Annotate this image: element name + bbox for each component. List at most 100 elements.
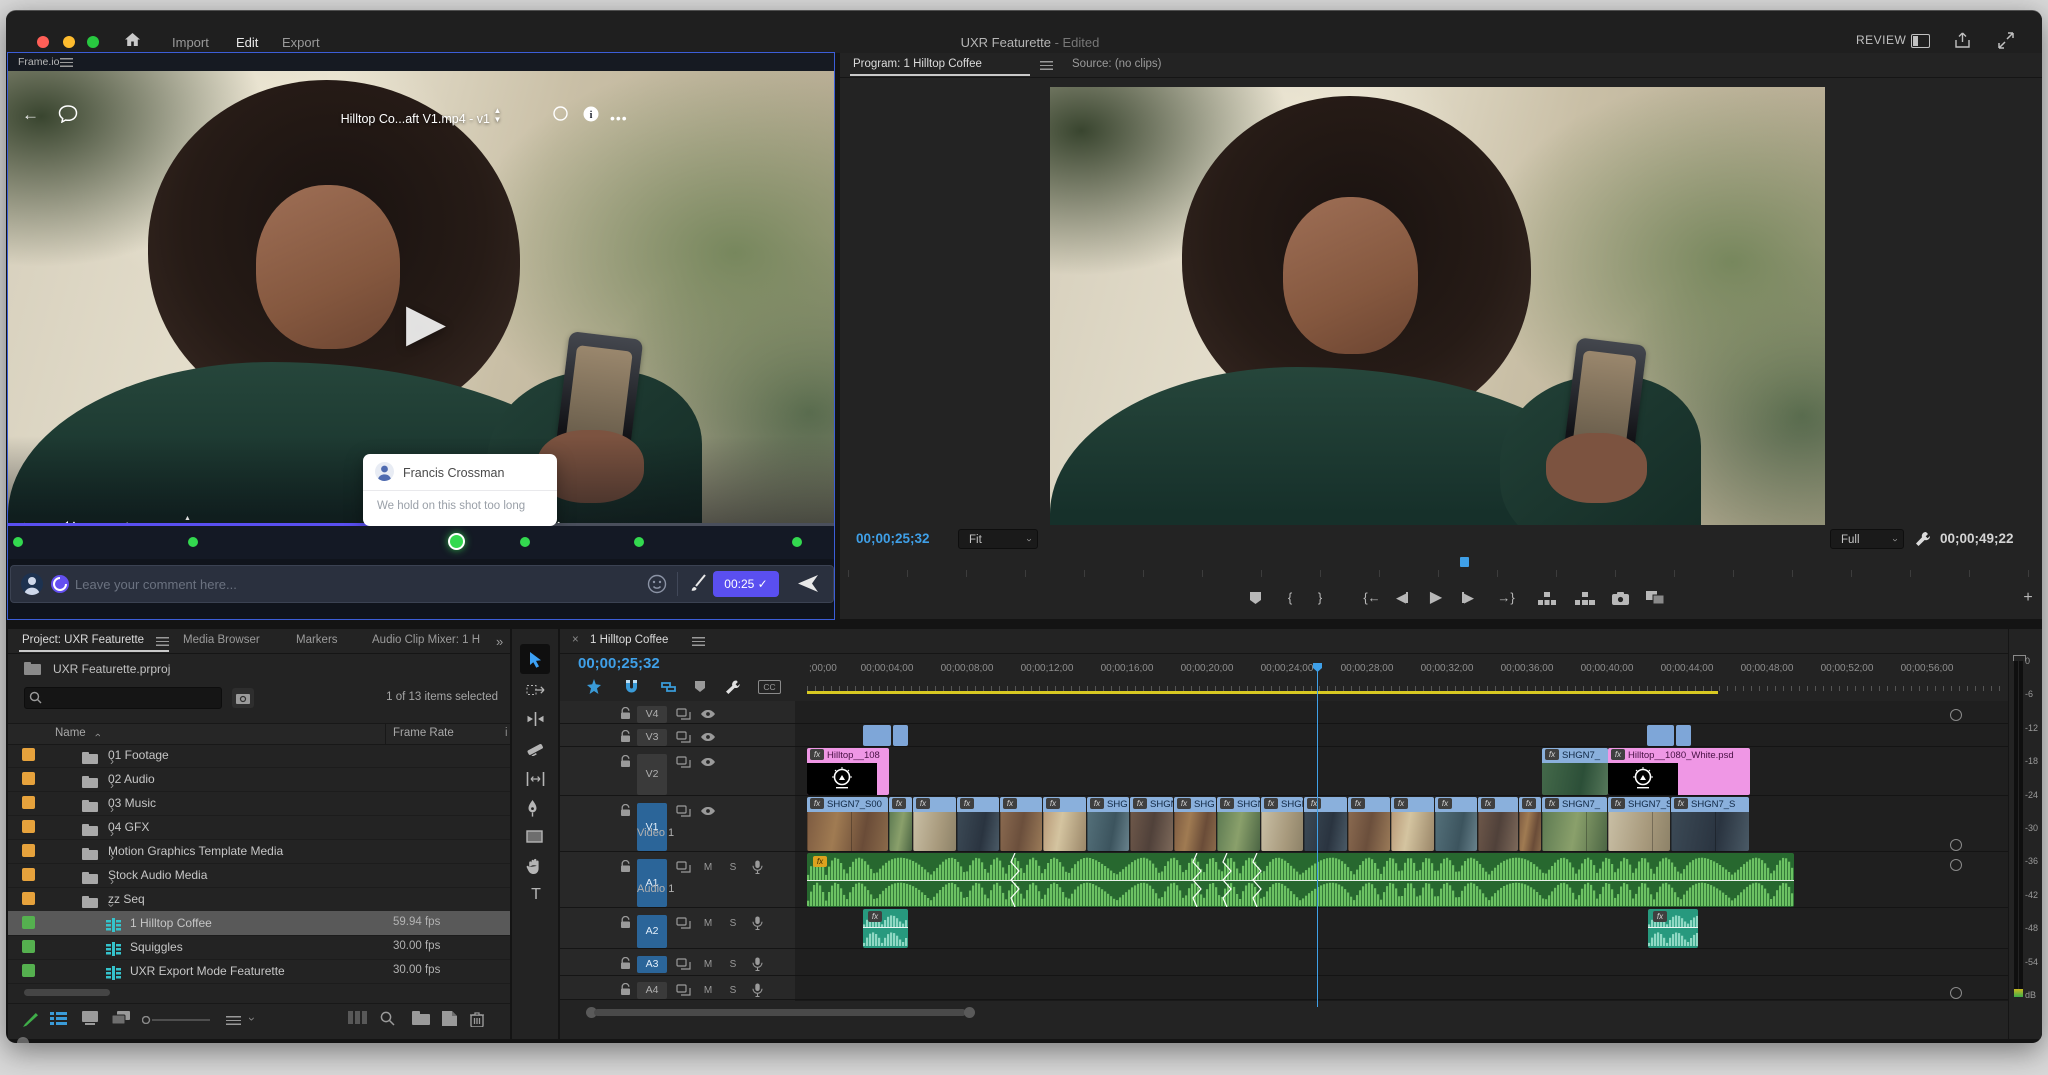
tab-media-browser[interactable]: Media Browser xyxy=(183,634,260,646)
bin-name[interactable]: Motion Graphics Template Media xyxy=(108,844,283,858)
project-row[interactable]: 1 Hilltop Coffee 59.94 fps xyxy=(8,911,510,936)
track-lock-icon[interactable] xyxy=(620,860,631,873)
list-view-icon[interactable] xyxy=(50,1011,67,1025)
track-visibility-eye-icon[interactable] xyxy=(700,732,716,742)
bin-name[interactable]: Stock Audio Media xyxy=(108,868,207,882)
program-video-frame[interactable] xyxy=(1050,87,1825,525)
tab-source[interactable]: Source: (no clips) xyxy=(1072,58,1161,70)
bin-name[interactable]: 03 Music xyxy=(108,796,156,810)
timeline-settings-wrench-icon[interactable] xyxy=(724,679,741,695)
step-forward-icon[interactable]: ▶ xyxy=(1454,585,1482,611)
graphics-clip[interactable] xyxy=(863,725,891,746)
track-lock-icon[interactable] xyxy=(620,804,631,817)
label-color-chip[interactable] xyxy=(22,748,35,761)
play-overlay-button[interactable]: ▶ xyxy=(406,293,446,353)
track-header-V1[interactable]: V1 Video 1 xyxy=(560,796,795,852)
video-clip-untitled[interactable]: fx xyxy=(1304,797,1347,851)
sync-lock-icon[interactable] xyxy=(676,958,691,970)
track-solo-button[interactable]: S xyxy=(725,860,741,875)
video-title[interactable]: Hilltop Co...aft V1.mp4 - v1 ▲ ▼ xyxy=(8,106,834,126)
track-solo-button[interactable]: S xyxy=(725,916,741,931)
icon-view-icon[interactable] xyxy=(82,1011,98,1025)
tab-overflow-chevron[interactable]: » xyxy=(496,634,503,649)
sequence-name[interactable]: 1 Hilltop Coffee xyxy=(130,916,212,930)
more-options-icon[interactable]: ••• xyxy=(610,110,628,126)
track-mute-button[interactable]: M xyxy=(700,916,716,931)
audio-clip-a2[interactable]: fx xyxy=(1648,909,1698,948)
project-row[interactable]: › 04 GFX xyxy=(8,815,510,840)
voiceover-mic-icon[interactable] xyxy=(752,983,763,997)
track-scroll-knob-2[interactable] xyxy=(1950,859,1962,871)
fullscreen-icon[interactable] xyxy=(1997,32,2015,49)
graphics-clip[interactable] xyxy=(1676,725,1691,746)
track-lane-V2[interactable] xyxy=(795,747,2008,796)
linked-selection-icon[interactable] xyxy=(660,679,677,694)
video-clip-untitled[interactable]: fx xyxy=(1519,797,1541,851)
go-to-out-icon[interactable]: →} xyxy=(1488,585,1524,611)
snap-magnet-icon[interactable] xyxy=(624,679,639,695)
video-clip-untitled[interactable]: fx xyxy=(1000,797,1042,851)
project-row[interactable]: › 01 Footage xyxy=(8,743,510,768)
voiceover-mic-icon[interactable] xyxy=(752,860,763,874)
label-color-chip[interactable] xyxy=(22,916,35,929)
video-clip-SHGN[interactable]: fxSHGN xyxy=(1261,797,1303,851)
tab-program[interactable]: Program: 1 Hilltop Coffee xyxy=(853,58,982,70)
export-frame-icon[interactable] xyxy=(1606,585,1634,611)
video-clip-SHGN7_S[interactable]: fx SHGN7_S xyxy=(1671,797,1749,851)
track-solo-button[interactable]: S xyxy=(725,957,741,972)
sequence-name[interactable]: UXR Export Mode Featurette xyxy=(130,964,285,978)
bin-name[interactable]: zz Seq xyxy=(108,892,145,906)
track-header-A3[interactable]: A3 M S xyxy=(560,949,795,976)
track-lock-icon[interactable] xyxy=(620,755,631,768)
project-row[interactable]: › Stock Audio Media xyxy=(8,863,510,888)
lift-icon[interactable] xyxy=(1533,585,1561,611)
project-row[interactable]: › 03 Music xyxy=(8,791,510,816)
track-lock-icon[interactable] xyxy=(620,983,631,996)
track-lane-V3[interactable] xyxy=(795,724,2008,747)
track-lock-icon[interactable] xyxy=(620,916,631,929)
sort-chevron-icon[interactable]: › xyxy=(245,1017,259,1021)
comment-marker-dot[interactable] xyxy=(12,537,23,547)
graphics-clip[interactable] xyxy=(893,725,908,746)
send-comment-button[interactable] xyxy=(797,573,819,594)
track-header-A4[interactable]: A4 M S xyxy=(560,976,795,1000)
track-lane-A4[interactable] xyxy=(795,976,2008,1000)
review-button[interactable]: REVIEW xyxy=(1856,33,1906,47)
video-clip-SHG[interactable]: fx SHG xyxy=(1087,797,1129,851)
share-icon[interactable] xyxy=(1954,32,1971,49)
label-color-chip[interactable] xyxy=(22,940,35,953)
voiceover-mic-icon[interactable] xyxy=(752,916,763,930)
sync-lock-icon[interactable] xyxy=(676,984,691,996)
track-lock-icon[interactable] xyxy=(620,957,631,970)
video-clip-SHG[interactable]: fx SHG xyxy=(1174,797,1216,851)
track-visibility-eye-icon[interactable] xyxy=(700,757,716,767)
video-clip-SHGN7_[interactable]: fx SHGN7_ xyxy=(1542,797,1607,851)
project-row[interactable]: › Motion Graphics Template Media xyxy=(8,839,510,864)
comment-timestamp-badge[interactable]: 00:25 ✓ xyxy=(713,571,779,597)
track-lane-A3[interactable] xyxy=(795,949,2008,976)
track-target-V2[interactable]: V2 xyxy=(637,754,667,795)
sync-lock-icon[interactable] xyxy=(676,805,691,817)
track-scroll-knob-1[interactable] xyxy=(1950,839,1962,851)
program-mini-timeline[interactable] xyxy=(848,557,2032,577)
track-target-A4[interactable]: A4 xyxy=(637,982,667,999)
tool-slip[interactable] xyxy=(526,772,546,792)
new-item-icon[interactable] xyxy=(442,1011,457,1026)
track-header-V3[interactable]: V3 xyxy=(560,724,795,747)
comment-marker-dot[interactable] xyxy=(450,535,464,548)
column-name[interactable]: Name xyxy=(55,727,86,739)
project-row[interactable]: UXR Export Mode Featurette 30.00 fps xyxy=(8,959,510,984)
comment-marker-dot[interactable] xyxy=(520,537,531,547)
delete-trash-icon[interactable] xyxy=(470,1011,484,1027)
track-name-label[interactable]: Video 1 xyxy=(637,827,674,839)
tab-project[interactable]: Project: UXR Featurette xyxy=(22,634,144,646)
video-clip-untitled[interactable]: fx xyxy=(1435,797,1477,851)
label-color-chip[interactable] xyxy=(22,892,35,905)
automate-sequence-icon[interactable] xyxy=(348,1011,368,1024)
sort-options-icon[interactable] xyxy=(226,1013,241,1031)
comment-marker-dot[interactable] xyxy=(634,537,645,547)
timeline-timecode[interactable]: 00;00;25;32 xyxy=(578,655,660,672)
video-clip-SHGN7_S0[interactable]: fxSHGN7_S0 xyxy=(1130,797,1173,851)
track-mute-button[interactable]: M xyxy=(700,983,716,998)
sync-lock-icon[interactable] xyxy=(676,756,691,768)
